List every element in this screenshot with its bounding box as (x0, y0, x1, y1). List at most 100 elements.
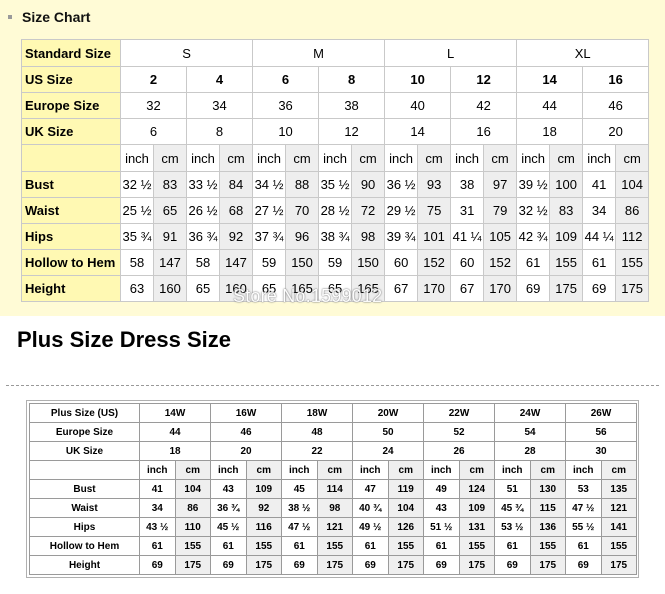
measurement-cell: 147 (218, 249, 254, 276)
measurement-cell: 44 ¼ (582, 223, 617, 250)
measurement-cell: 175 (615, 275, 650, 302)
measurement-cell: 121 (600, 498, 637, 518)
us-size-cell: 16W (210, 403, 282, 423)
plus-europe-size-row: Europe Size 44 46 48 50 52 54 56 (29, 422, 637, 442)
plus-measurement-row: Height 69 175 69 175 69 175 69 175 69 175 69 175 69 17… (29, 555, 637, 575)
row-label-empty (21, 144, 121, 172)
measurement-cell: 75 (417, 197, 452, 224)
measurement-cell: 124 (458, 479, 495, 499)
uk-size-cell: 22 (281, 441, 353, 461)
us-size-cell: 12 (450, 66, 518, 93)
measurement-cell: 32 ½ (516, 197, 551, 224)
measurement-cell: 83 (549, 197, 584, 224)
size-chart-table: Standard Size S M L XL US Size 2 4 6 8 10 12 14 16 Eur… (21, 39, 650, 302)
measurement-cell: 121 (316, 517, 353, 537)
plus-size-table: Plus Size (US) 14W 16W 18W 20W 22W 24W 26W Europ… (29, 403, 637, 575)
measurement-cell: 43 ½ (139, 517, 176, 537)
measurement-cell: 61 (139, 536, 176, 556)
measurement-cell: 155 (174, 536, 211, 556)
measurement-cell: 98 (351, 223, 386, 250)
unit-cm-cell: cm (615, 144, 650, 172)
unit-cm-cell: cm (483, 144, 518, 172)
measurement-cell: 160 (153, 275, 187, 302)
measurement-cell: 42 ¾ (516, 223, 551, 250)
plus-size-title: Plus Size Dress Size (17, 327, 231, 352)
measurement-cell: 34 (139, 498, 176, 518)
measurement-row: Hips 35 ¾ 91 36 ¾ 92 37 ¾ 96 38 ¾ 98 39 ¾ 101 41 ¼1… (21, 223, 650, 250)
measurement-cell: 36 ¾ (186, 223, 220, 250)
us-size-cell: 18W (281, 403, 353, 423)
us-size-cell: 4 (185, 66, 254, 93)
uk-size-cell: 20 (210, 441, 282, 461)
measurement-cell: 88 (285, 171, 320, 198)
measurement-cell: 35 ½ (318, 171, 353, 198)
unit-inch-cell: inch (139, 460, 176, 480)
europe-size-cell: 46 (210, 422, 282, 442)
measurement-cell: 69 (139, 555, 176, 575)
unit-cm-cell: cm (600, 460, 637, 480)
measurement-cell: 109 (458, 498, 495, 518)
size-chart-header: Size Chart (8, 7, 90, 27)
uk-size-cell: 10 (252, 118, 320, 145)
measurement-cell: 69 (516, 275, 551, 302)
unit-inch-cell: inch (352, 460, 389, 480)
europe-size-cell: 38 (318, 92, 386, 119)
row-label: UK Size (29, 441, 140, 461)
unit-cm-cell: cm (458, 460, 495, 480)
uk-size-cell: 8 (185, 118, 254, 145)
europe-size-cell: 54 (494, 422, 566, 442)
row-label: Hips (29, 517, 140, 537)
uk-size-cell: 14 (384, 118, 452, 145)
standard-size-cell: S (119, 39, 254, 67)
measurement-cell: 150 (285, 249, 320, 276)
row-label: Hips (21, 223, 121, 250)
measurement-cell: 37 ¾ (252, 223, 287, 250)
row-label: Plus Size (US) (29, 403, 140, 423)
measurement-cell: 58 (186, 249, 220, 276)
unit-cm-cell: cm (245, 460, 282, 480)
measurement-cell: 155 (316, 536, 353, 556)
measurement-cell: 38 (450, 171, 485, 198)
standard-size-row: Standard Size S M L XL (21, 39, 650, 67)
europe-size-cell: 44 (516, 92, 584, 119)
us-size-cell: 20W (352, 403, 424, 423)
measurement-cell: 126 (387, 517, 424, 537)
measurement-cell: 29 ½ (384, 197, 419, 224)
measurement-cell: 104 (174, 479, 211, 499)
measurement-cell: 104 (387, 498, 424, 518)
measurement-cell: 91 (153, 223, 187, 250)
measurement-cell: 36 ¾ (210, 498, 247, 518)
measurement-cell: 93 (417, 171, 452, 198)
measurement-cell: 49 (423, 479, 460, 499)
measurement-cell: 60 (384, 249, 419, 276)
measurement-cell: 43 (423, 498, 460, 518)
row-label: UK Size (21, 118, 121, 145)
row-label: Bust (29, 479, 140, 499)
row-label: Europe Size (21, 92, 121, 119)
measurement-cell: 40 ¾ (352, 498, 389, 518)
measurement-cell: 68 (218, 197, 254, 224)
measurement-cell: 51 (494, 479, 531, 499)
measurement-cell: 155 (245, 536, 282, 556)
measurement-cell: 41 (139, 479, 176, 499)
measurement-cell: 35 ¾ (120, 223, 154, 250)
uk-size-cell: 30 (565, 441, 637, 461)
row-label: Standard Size (21, 39, 121, 67)
europe-size-cell: 42 (450, 92, 518, 119)
measurement-cell: 26 ½ (186, 197, 220, 224)
unit-cm-cell: cm (316, 460, 353, 480)
measurement-cell: 96 (285, 223, 320, 250)
unit-inch-cell: inch (423, 460, 460, 480)
us-size-cell: 14W (139, 403, 211, 423)
plus-unit-row: inch cm inch cm inch cm inch cm inch cm inch cm inch… (29, 460, 637, 480)
measurement-cell: 79 (483, 197, 518, 224)
measurement-cell: 141 (600, 517, 637, 537)
measurement-cell: 115 (529, 498, 566, 518)
uk-size-cell: 24 (352, 441, 424, 461)
unit-inch-cell: inch (516, 144, 551, 172)
standard-size-cell: M (252, 39, 386, 67)
measurement-cell: 45 ½ (210, 517, 247, 537)
uk-size-cell: 20 (582, 118, 650, 145)
measurement-cell: 38 ½ (281, 498, 318, 518)
measurement-cell: 90 (351, 171, 386, 198)
